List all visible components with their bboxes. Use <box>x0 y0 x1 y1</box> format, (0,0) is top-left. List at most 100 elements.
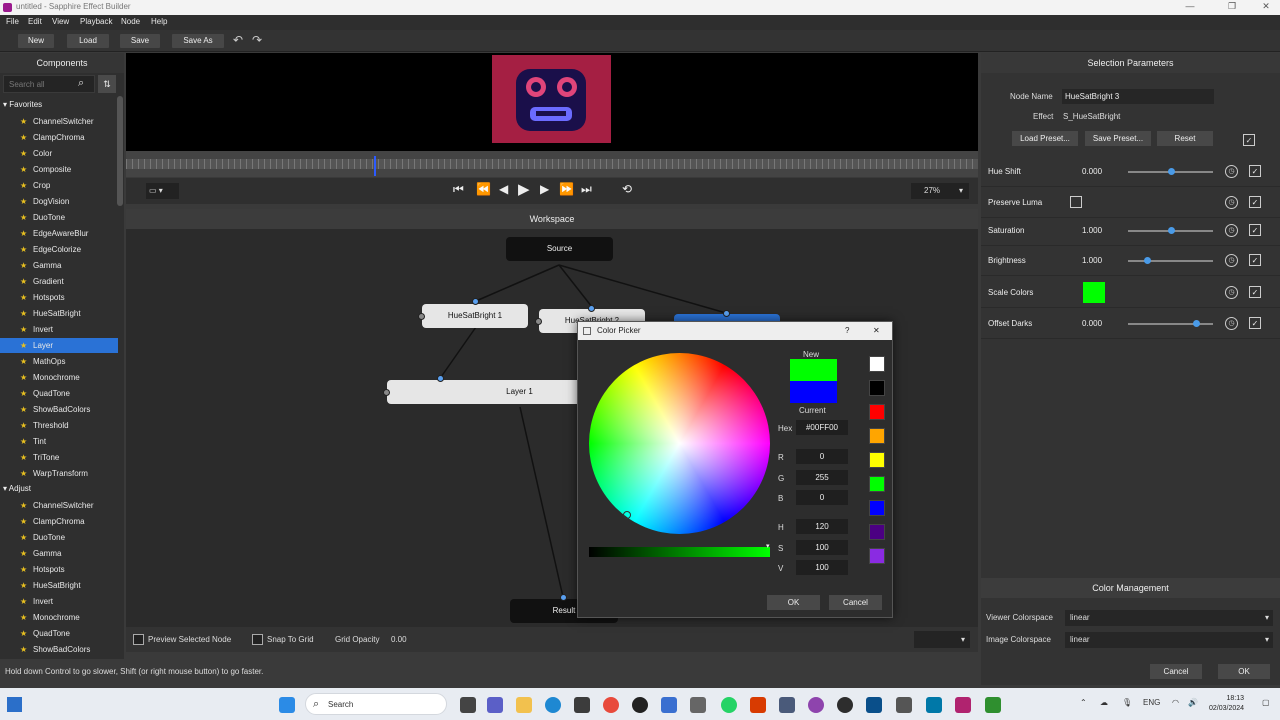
component-item[interactable]: ★ Monochrome <box>0 610 118 625</box>
component-item[interactable]: ★ Invert <box>0 322 118 337</box>
save-as-button[interactable]: Save As <box>172 34 224 48</box>
chat-icon[interactable] <box>487 697 503 713</box>
v-input[interactable]: 100 <box>796 560 848 575</box>
preview-selected-checkbox[interactable] <box>133 634 144 645</box>
palette-swatch[interactable] <box>869 356 885 372</box>
cancel-button[interactable]: Cancel <box>1150 664 1202 679</box>
h-input[interactable]: 120 <box>796 519 848 534</box>
maximize-button[interactable]: ❐ <box>1222 1 1242 12</box>
workspace-dropdown[interactable]: ▾ <box>914 631 970 648</box>
terminal-icon[interactable] <box>866 697 882 713</box>
step-forward-icon[interactable]: ▶ <box>540 182 549 196</box>
zoom-dropdown[interactable]: 27% ▾ <box>911 183 969 199</box>
slider-handle[interactable] <box>1193 320 1200 327</box>
color-wheel-cursor[interactable] <box>623 511 631 519</box>
component-item[interactable]: ★ ClampChroma <box>0 514 118 529</box>
close-icon[interactable]: ✕ <box>873 322 880 340</box>
menu-node[interactable]: Node <box>121 17 140 26</box>
b-input[interactable]: 0 <box>796 490 848 505</box>
enable-checkbox[interactable]: ✓ <box>1243 134 1255 146</box>
menu-edit[interactable]: Edit <box>28 17 42 26</box>
param-enable-checkbox[interactable]: ✓ <box>1249 254 1261 266</box>
ok-button[interactable]: OK <box>1218 664 1270 679</box>
component-item[interactable]: ★ MathOps <box>0 354 118 369</box>
picker-ok-button[interactable]: OK <box>767 595 820 610</box>
clock-icon[interactable] <box>837 697 853 713</box>
save-preset-button[interactable]: Save Preset... <box>1085 131 1151 146</box>
visio-icon[interactable] <box>926 697 942 713</box>
palette-swatch[interactable] <box>869 500 885 516</box>
component-item[interactable]: ★ ShowBadColors <box>0 642 118 657</box>
task-view-icon[interactable] <box>460 697 476 713</box>
grid-opacity-value[interactable]: 0.00 <box>391 635 407 644</box>
g-input[interactable]: 255 <box>796 470 848 485</box>
image-colorspace-dropdown[interactable]: linear ▾ <box>1065 632 1273 648</box>
component-item[interactable]: ★ Layer <box>0 338 118 353</box>
palette-swatch[interactable] <box>869 476 885 492</box>
fast-forward-icon[interactable]: ⏩ <box>559 182 574 196</box>
component-item[interactable]: ★ Hotspots <box>0 562 118 577</box>
whatsapp-icon[interactable] <box>721 697 737 713</box>
port[interactable] <box>560 594 567 601</box>
desktop-icon[interactable] <box>7 697 22 712</box>
rewind-icon[interactable]: ⏪ <box>476 182 491 196</box>
new-button[interactable]: New <box>18 34 54 48</box>
timeline-ruler[interactable] <box>126 159 978 169</box>
component-item[interactable]: ★ ChannelSwitcher <box>0 498 118 513</box>
skip-end-icon[interactable]: ⏭ <box>581 182 592 197</box>
wifi-icon[interactable]: ◠ <box>1172 698 1179 707</box>
taskbar-search[interactable]: ⌕ Search <box>305 693 447 715</box>
network-icon[interactable]: ☁ <box>1100 698 1108 707</box>
param-value[interactable]: 1.000 <box>1082 256 1102 265</box>
chrome-icon[interactable] <box>603 697 619 713</box>
r-input[interactable]: 0 <box>796 449 848 464</box>
component-item[interactable]: ★ Gamma <box>0 258 118 273</box>
component-item[interactable]: ★ EdgeColorize <box>0 242 118 257</box>
viewer-colorspace-dropdown[interactable]: linear ▾ <box>1065 610 1273 626</box>
port[interactable] <box>383 389 390 396</box>
menu-view[interactable]: View <box>52 17 69 26</box>
undo-icon[interactable]: ↶ <box>233 33 243 47</box>
port[interactable] <box>418 313 425 320</box>
snap-to-grid-checkbox[interactable] <box>252 634 263 645</box>
search-icon[interactable]: ⌕ <box>78 77 84 90</box>
language-indicator[interactable]: ENG <box>1143 698 1160 707</box>
menu-playback[interactable]: Playback <box>80 17 112 26</box>
minimize-button[interactable]: — <box>1180 1 1200 11</box>
save-button[interactable]: Save <box>120 34 160 48</box>
play-icon[interactable]: ▶ <box>518 180 530 198</box>
component-item[interactable]: ★ WarpTransform <box>0 466 118 481</box>
photos-icon[interactable] <box>779 697 795 713</box>
component-item[interactable]: ★ HueSatBright <box>0 306 118 321</box>
param-value[interactable]: 0.000 <box>1082 167 1102 176</box>
notification-icon[interactable]: ▢ <box>1262 698 1270 707</box>
app-icon-grid[interactable] <box>690 697 706 713</box>
powerpoint-icon[interactable] <box>750 697 766 713</box>
component-item[interactable]: ★ HueSatBright <box>0 578 118 593</box>
s-input[interactable]: 100 <box>796 540 848 555</box>
keyframe-icon[interactable]: ◷ <box>1225 224 1238 237</box>
param-slider[interactable] <box>1128 257 1213 264</box>
port[interactable] <box>535 318 542 325</box>
playhead[interactable] <box>374 156 376 176</box>
component-item[interactable]: ★ Crop <box>0 178 118 193</box>
param-value[interactable]: 1.000 <box>1082 226 1102 235</box>
notepad-icon[interactable] <box>985 697 1001 713</box>
timeline[interactable] <box>126 151 978 177</box>
start-icon[interactable] <box>279 697 295 713</box>
palette-swatch[interactable] <box>869 404 885 420</box>
keyframe-icon[interactable]: ◷ <box>1225 286 1238 299</box>
component-item[interactable]: ★ QuadTone <box>0 626 118 641</box>
param-slider[interactable] <box>1128 168 1213 175</box>
node-huesatbright-1[interactable]: HueSatBright 1 <box>422 304 528 328</box>
picker-cancel-button[interactable]: Cancel <box>829 595 882 610</box>
component-item[interactable]: ★ Composite <box>0 162 118 177</box>
keyframe-icon[interactable]: ◷ <box>1225 254 1238 267</box>
redo-icon[interactable]: ↷ <box>252 33 262 47</box>
component-item[interactable]: ★ Monochrome <box>0 370 118 385</box>
port[interactable] <box>472 298 479 305</box>
component-item[interactable]: ★ DuoTone <box>0 530 118 545</box>
skip-start-icon[interactable]: ⏮ <box>453 182 464 197</box>
group-favorites[interactable]: ▾ Favorites <box>3 100 42 109</box>
component-item[interactable]: ★ ChannelSwitcher <box>0 114 118 129</box>
